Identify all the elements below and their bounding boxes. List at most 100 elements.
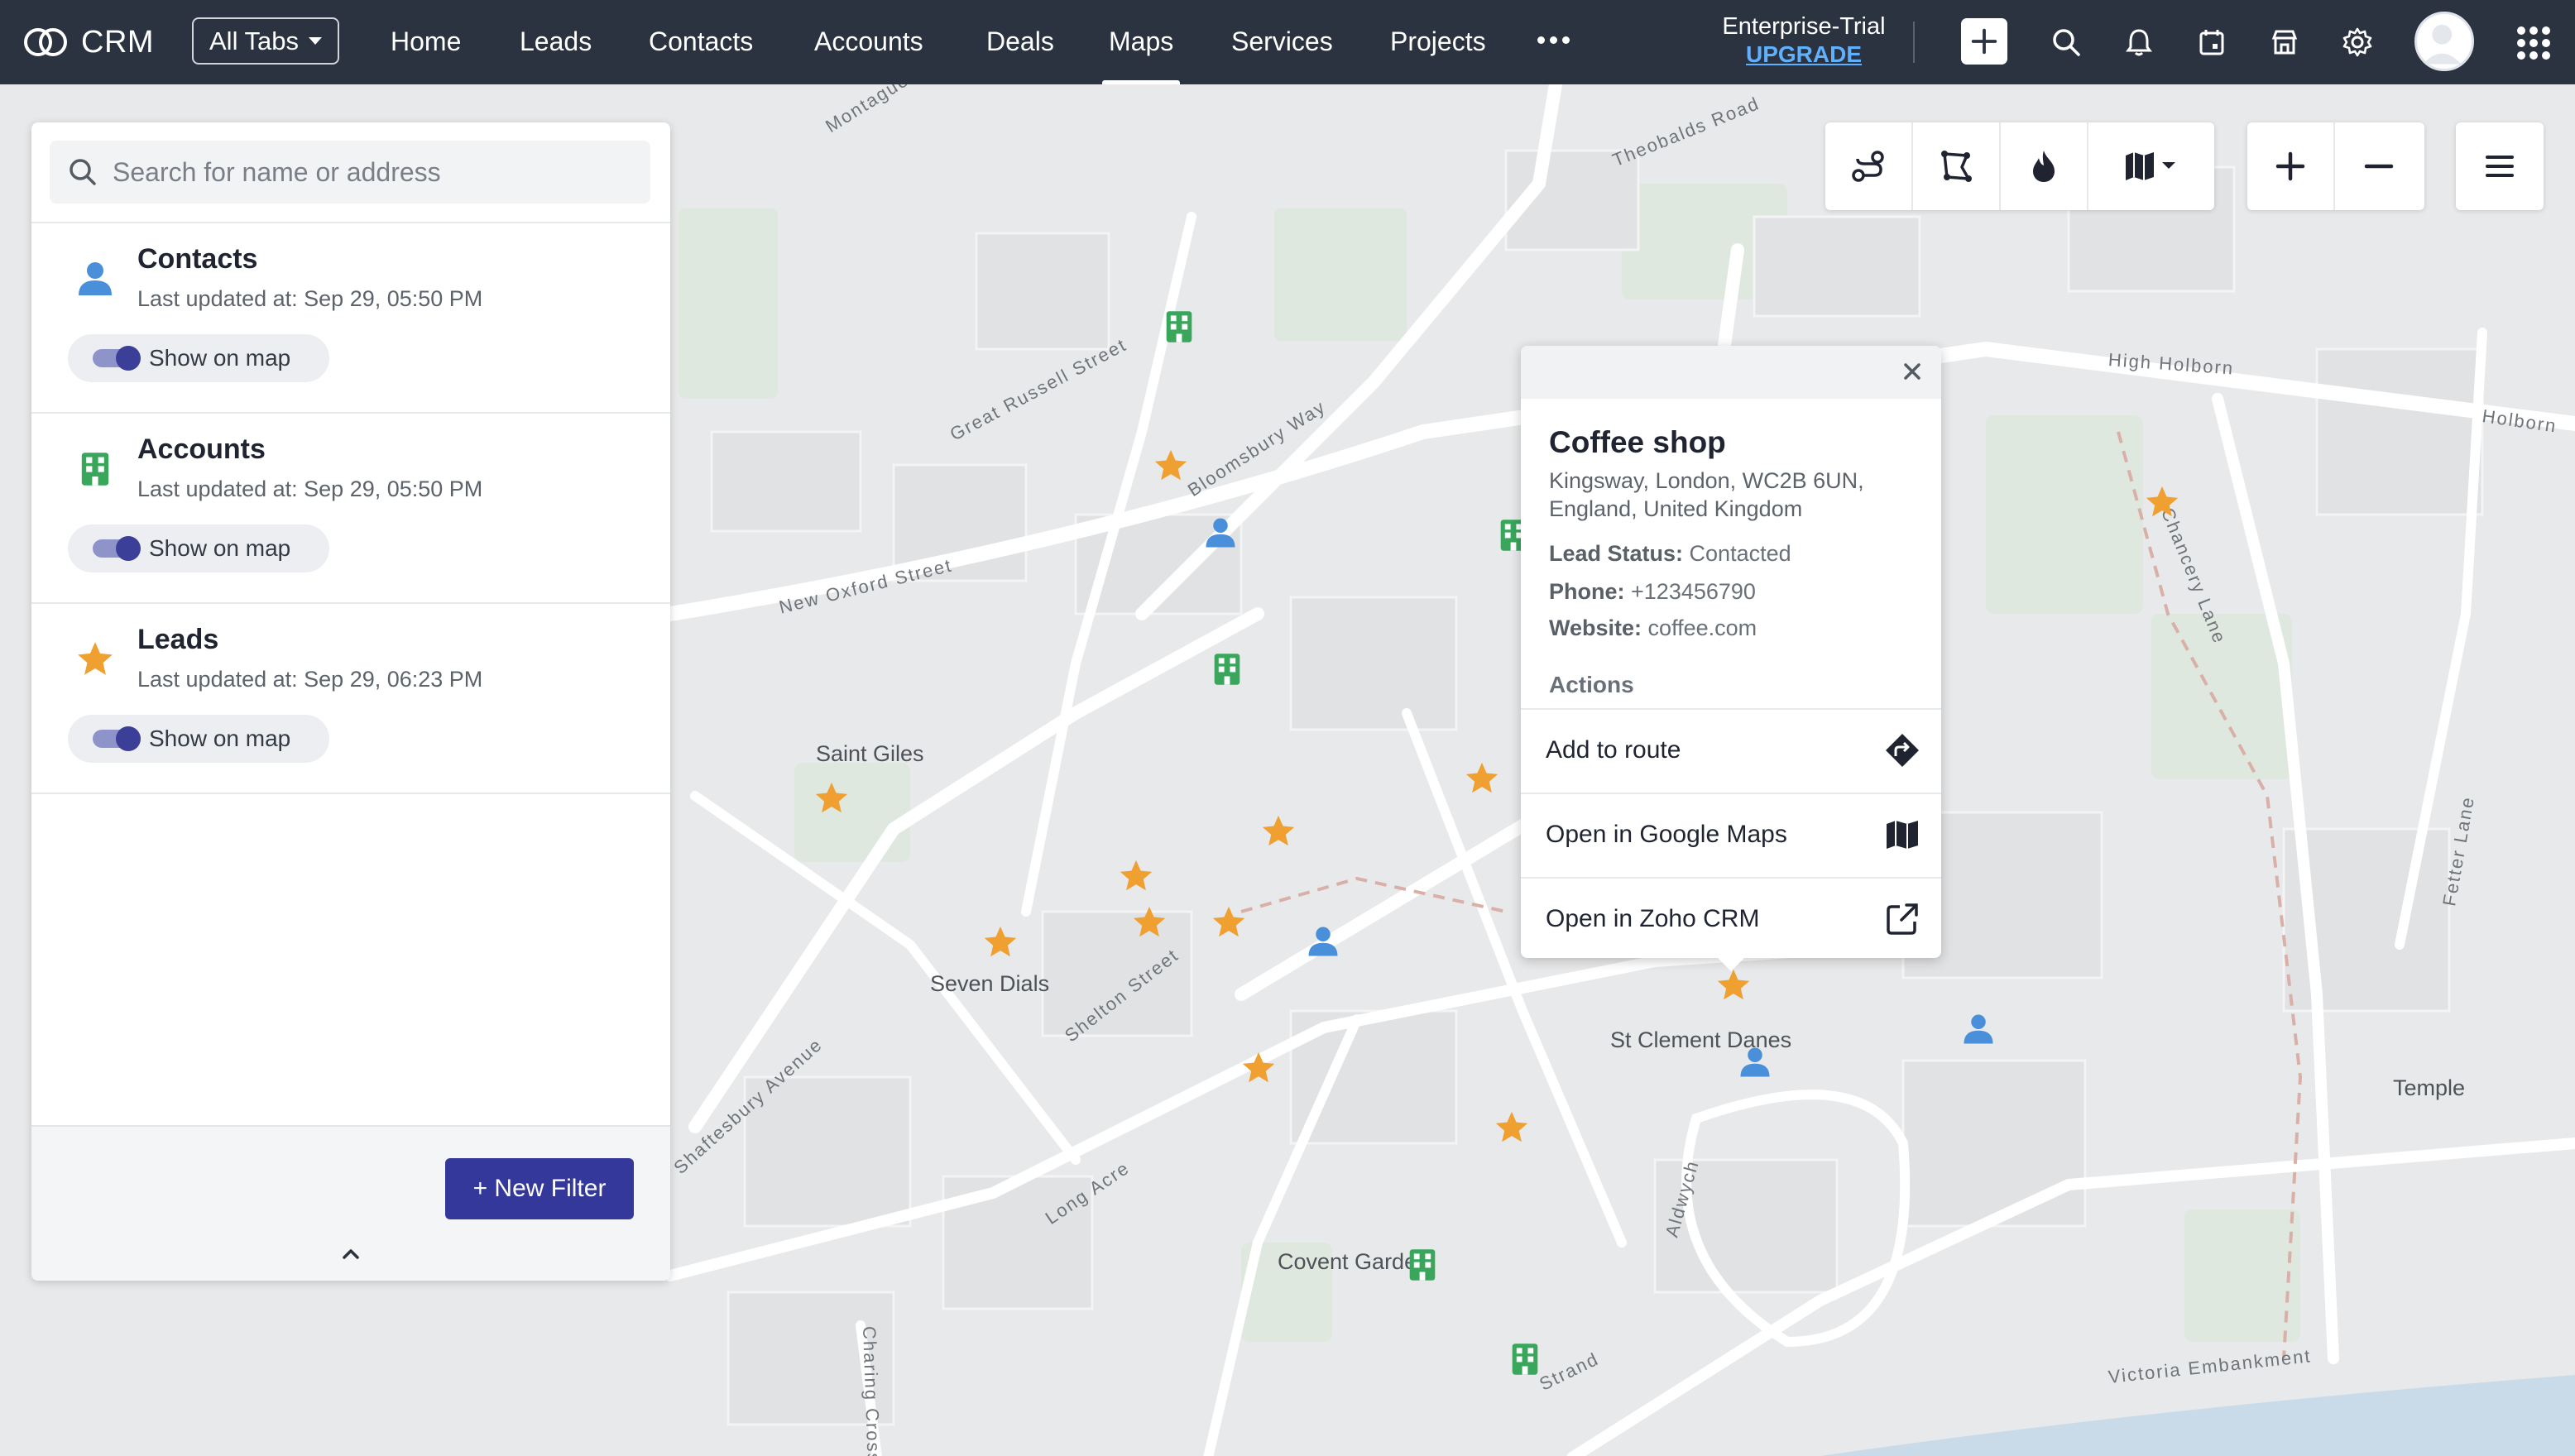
lead-star-marker-selected[interactable]: [1714, 966, 1753, 1004]
tab-home[interactable]: Home: [391, 0, 461, 84]
heatmap-button[interactable]: [2001, 122, 2088, 210]
website-label: Website:: [1549, 615, 1642, 640]
account-marker[interactable]: [1165, 309, 1193, 344]
search-icon: [70, 159, 96, 185]
lead-star-marker[interactable]: [1152, 447, 1190, 485]
popup-header: [1521, 346, 1941, 399]
tab-maps[interactable]: Maps: [1101, 0, 1181, 84]
directions-icon: [1886, 734, 1919, 767]
lead-star-marker[interactable]: [1130, 903, 1168, 941]
marketplace-button[interactable]: [2266, 23, 2304, 61]
show-on-map-toggle[interactable]: Show on map: [68, 524, 329, 572]
tab-leads[interactable]: Leads: [520, 0, 592, 84]
map-style-dropdown[interactable]: [2088, 122, 2214, 210]
search-box[interactable]: [50, 141, 650, 204]
show-on-map-toggle[interactable]: Show on map: [68, 715, 329, 763]
star-icon: [1495, 1111, 1528, 1142]
lead-star-marker[interactable]: [1463, 759, 1501, 797]
user-avatar-icon: [2423, 24, 2462, 65]
layer-title: Accounts: [137, 433, 266, 465]
lead-star-marker[interactable]: [1117, 857, 1155, 895]
tab-contacts[interactable]: Contacts: [649, 0, 753, 84]
action-label: Open in Zoho CRM: [1546, 905, 1760, 932]
crm-logo-icon: [24, 28, 67, 56]
avatar[interactable]: [2414, 12, 2474, 71]
contact-marker[interactable]: [1738, 1044, 1772, 1080]
place-label: Saint Giles: [816, 741, 924, 766]
account-marker[interactable]: [1213, 652, 1241, 687]
lead-star-marker[interactable]: [1210, 903, 1248, 941]
layer-updated: Last updated at: Sep 29, 06:23 PM: [137, 667, 483, 692]
heatmap-flame-icon: [2033, 151, 2055, 182]
toggle-label: Show on map: [149, 535, 291, 561]
contact-marker[interactable]: [1961, 1011, 1996, 1047]
star-icon: [815, 782, 848, 813]
menu-button[interactable]: [2456, 122, 2544, 210]
star-icon: [2146, 486, 2179, 517]
calendar-button[interactable]: [2193, 23, 2231, 61]
lead-star-marker[interactable]: [1240, 1049, 1278, 1087]
layer-contacts: Contacts Last updated at: Sep 29, 05:50 …: [31, 223, 670, 412]
lead-star-marker[interactable]: [1259, 812, 1297, 850]
account-marker[interactable]: [1408, 1248, 1436, 1282]
lead-star-marker[interactable]: [2143, 483, 2181, 521]
contact-marker[interactable]: [1203, 515, 1238, 551]
star-icon: [1120, 860, 1153, 891]
contact-marker[interactable]: [1306, 923, 1340, 960]
record-popup: Coffee shop Kingsway, London, WC2B 6UN, …: [1521, 346, 1941, 958]
gear-icon: [2342, 27, 2372, 57]
map-style-dropdown-icon: [2126, 152, 2175, 180]
tab-services[interactable]: Services: [1231, 0, 1333, 84]
search-button[interactable]: [2047, 23, 2085, 61]
show-on-map-toggle[interactable]: Show on map: [68, 334, 329, 382]
tab-projects[interactable]: Projects: [1390, 0, 1486, 84]
plus-icon: [1971, 28, 1997, 55]
open-zoho-crm-action[interactable]: Open in Zoho CRM: [1521, 877, 1941, 960]
hamburger-menu-icon: [2486, 156, 2514, 177]
new-filter-button[interactable]: + New Filter: [445, 1158, 634, 1219]
phone-label: Phone:: [1549, 579, 1625, 604]
settings-button[interactable]: [2338, 23, 2376, 61]
all-tabs-dropdown[interactable]: All Tabs: [192, 17, 339, 65]
toggle-switch[interactable]: [93, 536, 141, 561]
action-label: Add to route: [1546, 736, 1681, 764]
external-link-icon: [1887, 903, 1918, 935]
upgrade-link[interactable]: UPGRADE: [1705, 41, 1903, 68]
chevron-up-icon[interactable]: [339, 1243, 362, 1266]
place-label: Covent Garden: [1278, 1249, 1430, 1274]
close-icon[interactable]: [1898, 357, 1926, 386]
place-label: Seven Dials: [930, 971, 1050, 996]
tab-deals[interactable]: Deals: [986, 0, 1054, 84]
zoom-out-button[interactable]: [2335, 122, 2423, 210]
toggle-switch[interactable]: [93, 346, 141, 371]
add-to-route-action[interactable]: Add to route: [1521, 708, 1941, 791]
lasso-button[interactable]: [1913, 122, 2001, 210]
search-input[interactable]: [113, 156, 642, 188]
toggle-switch[interactable]: [93, 726, 141, 751]
notifications-button[interactable]: [2120, 23, 2158, 61]
bell-icon: [2126, 29, 2152, 56]
zoom-in-button[interactable]: [2247, 122, 2335, 210]
contact-person-icon: [1740, 1047, 1770, 1077]
layer-title: Contacts: [137, 243, 258, 275]
popup-lead-status: Lead Status: Contacted: [1549, 541, 1791, 567]
lead-star-marker[interactable]: [1493, 1109, 1531, 1147]
open-google-maps-action[interactable]: Open in Google Maps: [1521, 793, 1941, 875]
star-icon: [1465, 762, 1498, 793]
popup-address: Kingsway, London, WC2B 6UN, England, Uni…: [1549, 468, 1864, 521]
search-icon: [2053, 29, 2080, 56]
crm-logo[interactable]: CRM: [22, 18, 154, 66]
marketplace-icon: [2271, 30, 2298, 55]
account-marker[interactable]: [1511, 1342, 1539, 1377]
divider: [31, 793, 670, 794]
more-dots-icon[interactable]: [1537, 36, 1570, 44]
route-button[interactable]: [1825, 122, 1913, 210]
apps-grid-icon[interactable]: [2517, 26, 2550, 60]
zoom-controls: [2247, 122, 2424, 210]
tab-accounts[interactable]: Accounts: [814, 0, 923, 84]
lead-star-marker[interactable]: [813, 779, 851, 817]
star-icon: [1242, 1051, 1275, 1083]
lead-star-marker[interactable]: [981, 923, 1019, 961]
calendar-icon: [2199, 30, 2224, 55]
quick-create-button[interactable]: [1961, 18, 2007, 65]
